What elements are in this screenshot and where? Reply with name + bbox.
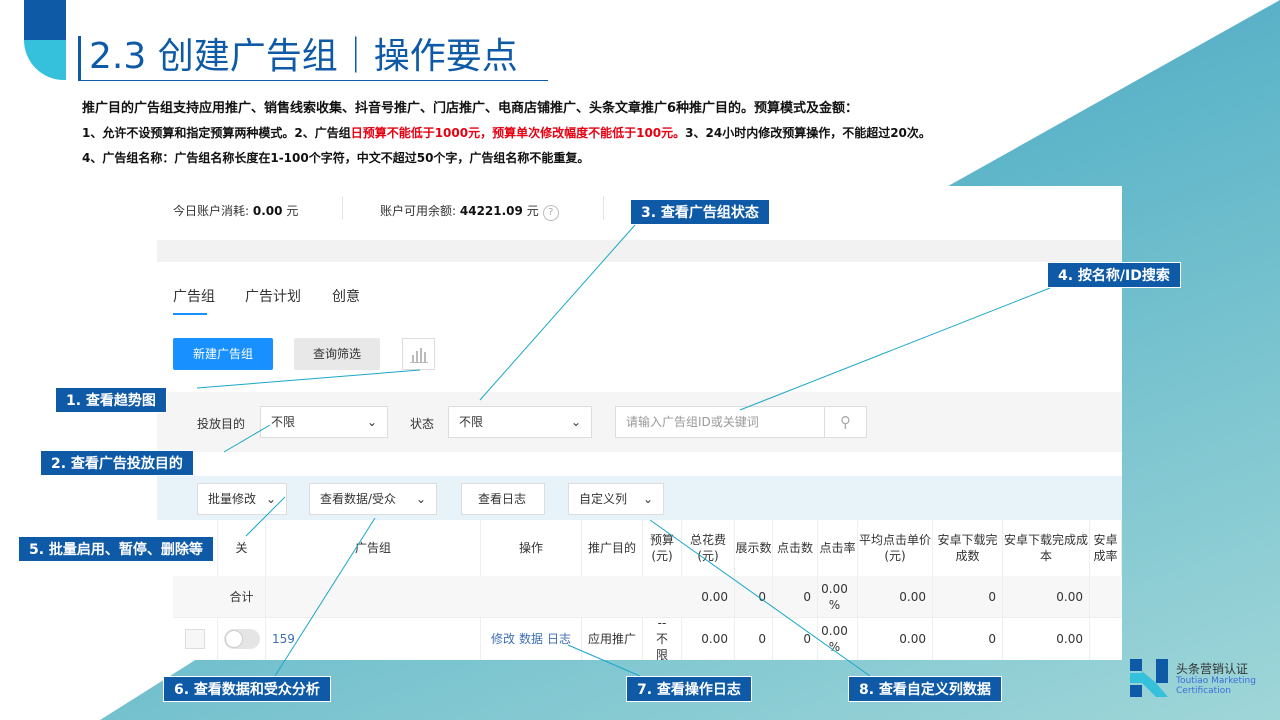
callout-line-3 (479, 224, 636, 401)
callout-line-5 (245, 496, 286, 537)
callout-batch: 5. 批量启用、暂停、删除等 (18, 536, 214, 562)
logo-text-cn: 头条营销认证 (1176, 662, 1249, 676)
callout-line-1 (196, 369, 421, 389)
callout-status: 3. 查看广告组状态 (630, 199, 770, 225)
callout-line-4 (739, 287, 1051, 411)
callout-lines (196, 224, 1051, 677)
callout-line-6 (274, 517, 376, 677)
callout-search: 4. 按名称/ID搜索 (1047, 262, 1181, 288)
logo-mark (1130, 659, 1168, 697)
logo-en-line: Certification (1176, 686, 1231, 696)
logo-en-line: Toutiao Marketing (1176, 676, 1256, 686)
callout-purpose: 2. 查看广告投放目的 (40, 450, 194, 476)
callout-trend-chart: 1. 查看趋势图 (55, 387, 167, 413)
callout-line-7 (567, 644, 641, 677)
callout-line-8 (649, 519, 871, 677)
callout-line-2 (223, 424, 271, 453)
logo-text-en: Toutiao Marketing Certification (1176, 676, 1256, 696)
callout-data-audience: 6. 查看数据和受众分析 (163, 676, 331, 702)
logo (1130, 659, 1170, 701)
callout-log: 7. 查看操作日志 (626, 676, 752, 702)
callout-custom-columns: 8. 查看自定义列数据 (848, 676, 1002, 702)
